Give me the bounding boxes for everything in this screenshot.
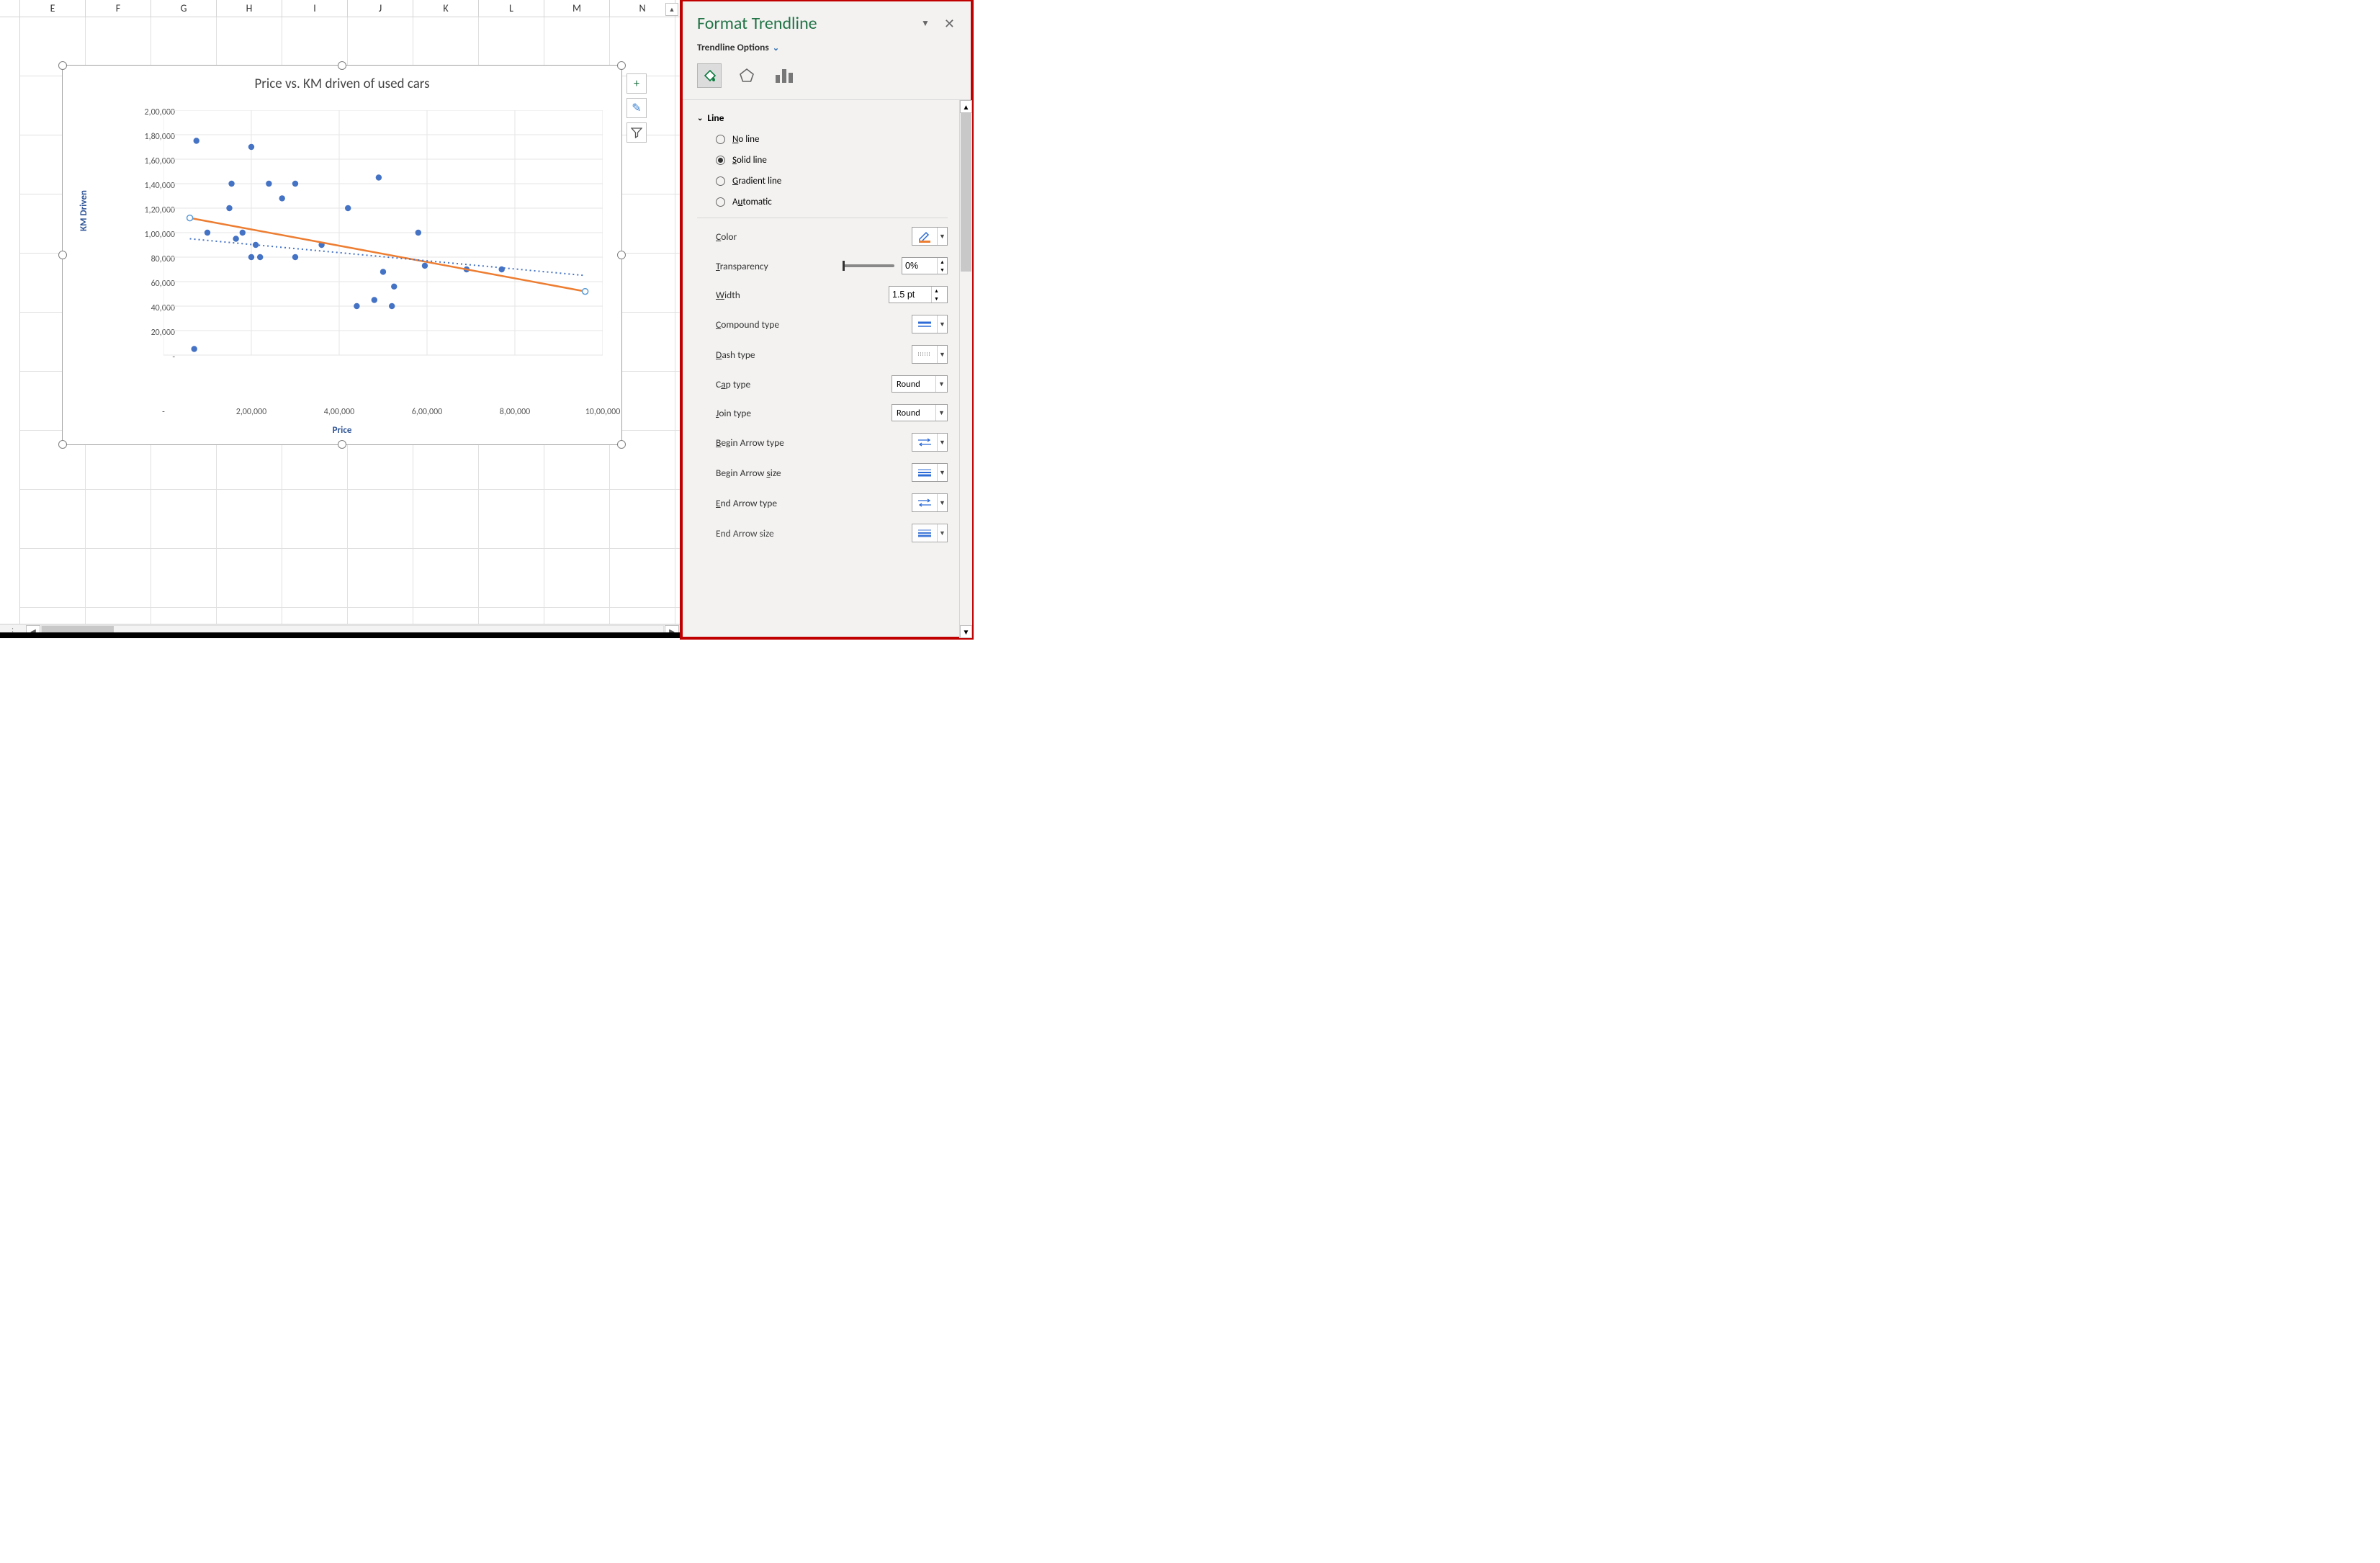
col-header[interactable]: G [151, 0, 217, 17]
scroll-down-button[interactable]: ▼ [960, 625, 972, 638]
x-tick: 2,00,000 [223, 407, 280, 417]
x-axis-label[interactable]: Price [63, 425, 621, 436]
col-header[interactable]: K [413, 0, 479, 17]
resize-handle[interactable] [617, 440, 626, 449]
chart-elements-button[interactable]: + [627, 73, 647, 94]
radio-no-line[interactable]: No line [716, 134, 948, 145]
label-compound-type: Compound type [716, 318, 904, 331]
effects-tab[interactable] [735, 63, 759, 88]
chevron-down-icon: ⌄ [773, 43, 779, 53]
transparency-input[interactable]: ▲▼ [902, 257, 948, 274]
col-header[interactable]: M [544, 0, 610, 17]
dash-type-picker[interactable]: ▼ [912, 345, 948, 364]
resize-handle[interactable] [617, 61, 626, 70]
label-transparency: Transparency [716, 260, 835, 272]
pane-options-menu[interactable]: ▼ [918, 15, 933, 32]
width-input[interactable]: ▲▼ [889, 286, 948, 303]
chart-filters-button[interactable] [627, 122, 647, 143]
label-end-arrow-size: End Arrow size [716, 527, 904, 539]
label-join-type: Join type [716, 407, 884, 419]
brush-icon: ✎ [632, 101, 641, 115]
chart-object[interactable]: Price vs. KM driven of used cars KM Driv… [62, 65, 622, 445]
chart-title[interactable]: Price vs. KM driven of used cars [63, 66, 621, 97]
arrow-size-icon [912, 467, 937, 478]
scroll-thumb[interactable] [961, 113, 971, 272]
compound-line-icon [912, 321, 937, 328]
pane-close-button[interactable]: ✕ [940, 14, 959, 33]
resize-handle[interactable] [338, 440, 346, 449]
label-dash-type: Dash type [716, 349, 904, 361]
scroll-up-button[interactable]: ▲ [665, 3, 678, 16]
dash-line-icon [912, 351, 937, 358]
line-section-header[interactable]: ⌄ Line [697, 107, 956, 128]
x-tick: 8,00,000 [486, 407, 544, 417]
pentagon-icon [738, 67, 755, 84]
radio-gradient-line[interactable]: Gradient line [716, 176, 948, 187]
label-width: Width [716, 289, 881, 301]
begin-arrow-size-picker[interactable]: ▼ [912, 463, 948, 482]
compound-type-picker[interactable]: ▼ [912, 315, 948, 333]
resize-handle[interactable] [338, 61, 346, 70]
line-type-radio-group: No line Solid line Gradient line Automat… [697, 128, 948, 218]
format-trendline-pane: Format Trendline ▼ ✕ Trendline Options ⌄… [681, 0, 972, 638]
pane-title: Format Trendline [697, 13, 911, 34]
begin-arrow-type-picker[interactable]: ▼ [912, 433, 948, 452]
label-end-arrow-type: End Arrow type [716, 497, 904, 509]
label-color: Color [716, 230, 904, 243]
worksheet-area[interactable]: ▲ E F G H I J K L M N [0, 0, 681, 638]
trendline-options-tab[interactable] [772, 63, 796, 88]
color-picker[interactable]: ▼ [912, 227, 948, 246]
arrow-type-icon [912, 498, 937, 508]
resize-handle[interactable] [58, 251, 67, 259]
end-arrow-size-picker[interactable]: ▼ [912, 524, 948, 542]
col-header[interactable]: E [20, 0, 86, 17]
x-tick: 6,00,000 [398, 407, 456, 417]
chart-plot-area[interactable] [163, 110, 603, 384]
cap-type-combo[interactable]: Round▼ [892, 375, 948, 393]
x-tick: 10,00,000 [574, 407, 632, 417]
transparency-slider[interactable] [843, 264, 894, 267]
label-begin-arrow-size: Begin Arrow size [716, 467, 904, 479]
pane-subtitle[interactable]: Trendline Options ⌄ [681, 38, 972, 61]
col-header[interactable]: H [217, 0, 282, 17]
end-arrow-type-picker[interactable]: ▼ [912, 493, 948, 512]
resize-handle[interactable] [58, 61, 67, 70]
fill-and-line-tab[interactable] [697, 63, 722, 88]
scroll-up-button[interactable]: ▲ [960, 100, 972, 113]
radio-solid-line[interactable]: Solid line [716, 155, 948, 166]
label-cap-type: Cap type [716, 378, 884, 390]
col-header[interactable]: F [86, 0, 151, 17]
arrow-type-icon [912, 437, 937, 447]
column-headers: E F G H I J K L M N [0, 0, 680, 17]
resize-handle[interactable] [58, 440, 67, 449]
funnel-icon [631, 127, 642, 138]
arrow-size-icon [912, 528, 937, 538]
x-tick: - [135, 407, 192, 417]
join-type-combo[interactable]: Round▼ [892, 404, 948, 421]
resize-handle[interactable] [617, 251, 626, 259]
pen-color-icon [912, 229, 937, 243]
pane-vertical-scrollbar[interactable]: ▲ ▼ [959, 100, 972, 638]
col-header[interactable]: J [348, 0, 413, 17]
paint-bucket-icon [701, 67, 718, 84]
col-header[interactable]: L [479, 0, 544, 17]
label-begin-arrow-type: Begin Arrow type [716, 436, 904, 449]
y-axis-label[interactable]: KM Driven [78, 190, 89, 231]
plus-icon: + [634, 77, 639, 91]
bar-chart-icon [775, 68, 794, 84]
x-tick: 4,00,000 [310, 407, 368, 417]
radio-automatic[interactable]: Automatic [716, 197, 948, 207]
chart-styles-button[interactable]: ✎ [627, 98, 647, 118]
chevron-down-icon: ⌄ [697, 113, 703, 122]
grid-body[interactable]: Price vs. KM driven of used cars KM Driv… [0, 17, 680, 624]
col-header[interactable]: I [282, 0, 348, 17]
col-header-blank [0, 0, 20, 17]
